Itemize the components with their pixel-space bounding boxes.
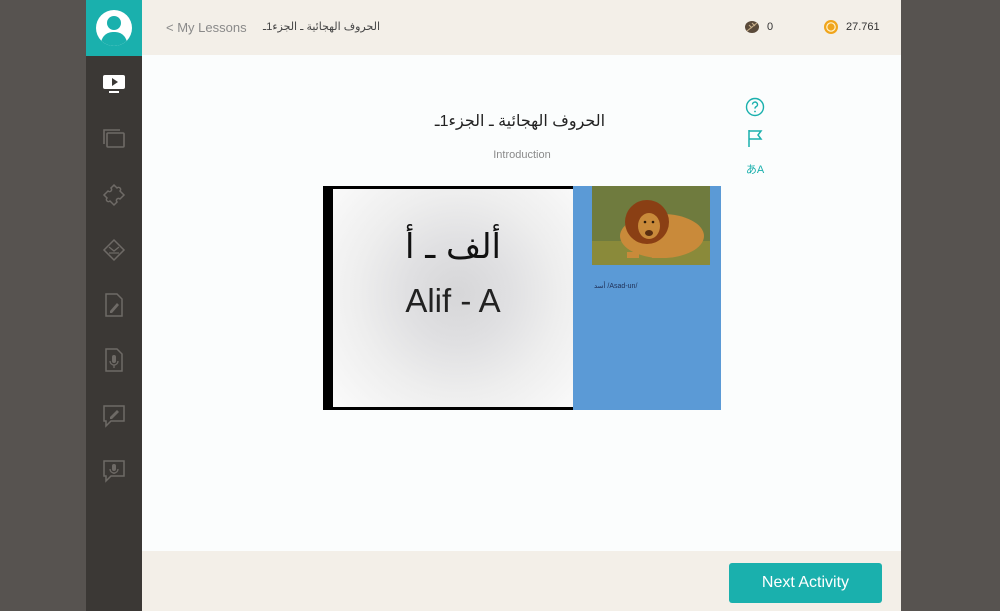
translate-icon: あA [745, 164, 765, 176]
lion-photo [592, 186, 710, 265]
sidebar-item-speaking-write[interactable] [102, 404, 126, 428]
bottom-bar: Next Activity [142, 551, 901, 611]
wheat-count: 0 [767, 21, 774, 33]
coin-counter: 27.761 [822, 19, 880, 35]
shuffle-icon [102, 238, 126, 262]
wheat-icon [745, 21, 759, 33]
lesson-app: < My Lessons الحروف الهجائية ـ الجزء1ـ 0… [142, 0, 901, 611]
sidebar-item-flashcards[interactable] [102, 127, 126, 151]
avatar-button[interactable] [86, 0, 142, 56]
puzzle-icon [102, 183, 126, 207]
sidebar-item-listening[interactable] [102, 348, 126, 372]
translate-button[interactable]: あA [745, 159, 765, 179]
flag-button[interactable] [745, 128, 765, 148]
next-activity-button[interactable]: Next Activity [729, 563, 882, 603]
document-microphone-icon [105, 348, 123, 372]
sidebar-item-speaking-record[interactable] [102, 459, 126, 483]
sidebar [86, 0, 142, 611]
help-icon [745, 97, 765, 117]
tv-icon [103, 75, 125, 93]
my-lessons-link[interactable]: < My Lessons [166, 20, 247, 35]
avatar [96, 10, 132, 46]
sidebar-item-writing[interactable] [102, 293, 126, 317]
lesson-subtitle: Introduction [493, 149, 551, 161]
coin-count: 27.761 [846, 21, 880, 33]
flag-icon [748, 130, 763, 147]
sidebar-item-puzzle[interactable] [102, 183, 126, 207]
help-button[interactable] [745, 97, 765, 117]
breadcrumb-lesson-title: الحروف الهجائية ـ الجزء1ـ [263, 21, 381, 33]
sidebar-item-video-lesson[interactable] [102, 72, 126, 96]
speech-microphone-icon [103, 460, 125, 483]
lion-image [592, 186, 710, 265]
sidebar-item-matching[interactable] [102, 238, 126, 262]
vocab-caption: أسد /Asad-un/ [594, 283, 638, 290]
lesson-slide: ألف ـ أ Alif - A [323, 186, 573, 410]
left-background [0, 0, 86, 611]
top-bar: < My Lessons الحروف الهجائية ـ الجزء1ـ 0… [142, 0, 901, 55]
vocab-panel: أسد /Asad-un/ [573, 186, 721, 410]
user-icon [100, 16, 128, 46]
lesson-title: الحروف الهجائية ـ الجزء1ـ [434, 113, 606, 130]
coin-icon [824, 20, 838, 34]
slide-latin-text: Alif - A [405, 282, 501, 319]
slide-card: ألف ـ أ Alif - A [333, 189, 573, 407]
cards-icon [103, 129, 125, 148]
wheat-counter: 0 [743, 19, 773, 35]
slide-arabic-text: ألف ـ أ [404, 227, 502, 267]
speech-pencil-icon [103, 405, 125, 428]
right-background [900, 0, 1000, 611]
document-pencil-icon [105, 293, 123, 317]
